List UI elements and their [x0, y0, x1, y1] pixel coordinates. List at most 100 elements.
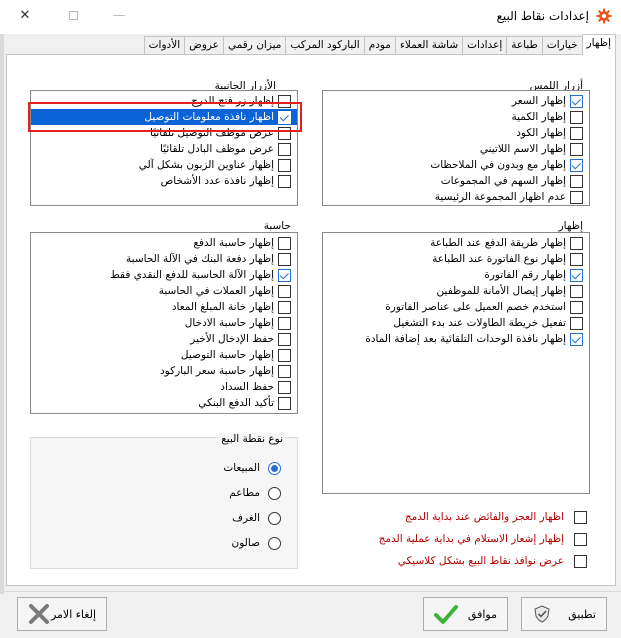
display-option[interactable]: إظهار نافذة الوحدات التلقائية بعد إضافة … [323, 331, 589, 347]
calculator-options-list: إظهار حاسبة الدفع إظهار دفعة البنك في الآ… [30, 232, 298, 414]
checkbox[interactable] [570, 300, 583, 314]
calculator-option[interactable]: حفظ السداد [31, 379, 297, 395]
checkbox[interactable] [278, 316, 291, 330]
maximize-window-button[interactable] [62, 6, 84, 26]
display-options-list: إظهار طريقة الدفع عند الطباعة إظهار نوع ا… [322, 232, 590, 494]
touch-buttons-option[interactable]: إظهار الاسم اللاتيني [323, 141, 589, 157]
option-label: إظهار الكود [516, 127, 566, 139]
close-window-button[interactable]: ✕ [14, 6, 36, 26]
option-label: تفعيل خريطة الطاولات عند بدء التشغيل [393, 317, 566, 329]
checkbox[interactable] [278, 396, 291, 410]
checkbox[interactable] [278, 300, 291, 314]
option-label: إظهار عناوين الزبون بشكل آلي [138, 159, 274, 171]
radio[interactable] [268, 536, 281, 550]
checkbox[interactable] [278, 348, 291, 362]
calculator-option[interactable]: إظهار العملات في الحاسبة [31, 283, 297, 299]
pos-type-option[interactable]: صالون [232, 535, 281, 551]
footer-option[interactable]: عرض نوافذ نقاط البيع بشكل كلاسيكي [398, 553, 587, 569]
radio[interactable] [268, 511, 281, 525]
checkbox-checked[interactable] [278, 268, 291, 282]
display-option[interactable]: إظهار رقم الفاتورة [323, 267, 589, 283]
footer-option[interactable]: إظهار إشعار الاستلام في بداية عملية الدم… [379, 531, 587, 547]
checkbox[interactable] [278, 332, 291, 346]
calculator-option[interactable]: تأكيد الدفع البنكي [31, 395, 297, 411]
checkbox[interactable] [570, 316, 583, 330]
checkbox[interactable] [570, 110, 583, 124]
tab-8[interactable]: عروض [184, 36, 224, 54]
ok-button[interactable]: موافق [423, 597, 508, 631]
display-option[interactable]: إظهار طريقة الدفع عند الطباعة [323, 235, 589, 251]
checkbox[interactable] [570, 174, 583, 188]
tab-9[interactable]: الأدوات [143, 36, 186, 54]
checkbox[interactable] [570, 252, 583, 266]
apply-button[interactable]: تطبيق [521, 597, 607, 631]
footer-option[interactable]: اظهار العجز والفائض عند بداية الدمج [405, 509, 587, 525]
touch-buttons-option[interactable]: إظهار السهم في المجموعات [323, 173, 589, 189]
option-label: إظهار حاسبة الدفع [193, 237, 274, 249]
checkbox[interactable] [570, 284, 583, 298]
checkbox[interactable] [278, 252, 291, 266]
footer-option-label: إظهار إشعار الاستلام في بداية عملية الدم… [378, 533, 564, 545]
calculator-option[interactable]: إظهار حاسبة الدفع [31, 235, 297, 251]
checkbox-checked[interactable] [570, 158, 583, 172]
calculator-option[interactable]: إظهار حاسبة الادخال [31, 315, 297, 331]
calculator-group-label: حاسبة [263, 220, 291, 232]
checkbox[interactable] [570, 236, 583, 250]
checkbox-checked[interactable] [570, 332, 583, 346]
touch-buttons-option[interactable]: عدم اظهار المجموعة الرئيسية [323, 189, 589, 205]
tab-0[interactable]: إظهار [581, 34, 616, 55]
option-label: إظهار مع وبدون في الملاحظات [430, 159, 566, 171]
display-option[interactable]: إظهار نوع الفاتورة عند الطباعة [323, 251, 589, 267]
calculator-option[interactable]: إظهار دفعة البنك في الآلة الحاسبة [31, 251, 297, 267]
minimize-window-button[interactable]: — [108, 6, 130, 26]
checkbox[interactable] [278, 364, 291, 378]
checkbox[interactable] [278, 380, 291, 394]
checkbox[interactable] [278, 158, 291, 172]
touch-buttons-option[interactable]: إظهار مع وبدون في الملاحظات [323, 157, 589, 173]
pos-type-option[interactable]: مطاعم [229, 485, 281, 501]
tab-6[interactable]: الباركود المركب [285, 36, 365, 54]
check-icon [279, 269, 289, 279]
checkbox[interactable] [278, 142, 291, 156]
checkbox[interactable] [278, 236, 291, 250]
side-buttons-option[interactable]: إظهار عناوين الزبون بشكل آلي [31, 157, 297, 173]
tab-5[interactable]: مودم [363, 36, 396, 54]
tab-3[interactable]: إعدادات [462, 36, 508, 54]
checkbox[interactable] [574, 532, 587, 546]
pos-type-option[interactable]: الغرف [232, 510, 281, 526]
checkbox[interactable] [570, 190, 583, 204]
checkbox-checked[interactable] [570, 268, 583, 282]
side-buttons-option[interactable]: إظهار نافذة عدد الأشخاص [31, 173, 297, 189]
checkbox-checked[interactable] [570, 94, 583, 108]
checkbox[interactable] [574, 510, 587, 524]
touch-buttons-option[interactable]: إظهار الكمية [323, 109, 589, 125]
checkbox[interactable] [574, 554, 587, 568]
footer-divider [0, 591, 621, 592]
touch-buttons-option[interactable]: إظهار الكود [323, 125, 589, 141]
cancel-button[interactable]: إلغاء الامر [17, 597, 107, 631]
pos-type-group: نوع نقطة البيع المبيعات مطاعم الغرف صالون [30, 433, 298, 569]
radio-selected[interactable] [268, 461, 281, 475]
close-icon: ✕ [19, 8, 31, 23]
radio[interactable] [268, 486, 281, 500]
pos-type-option[interactable]: المبيعات [223, 460, 281, 476]
calculator-option[interactable]: حفظ الإدخال الأخير [31, 331, 297, 347]
tab-4[interactable]: شاشة العملاء [394, 36, 464, 54]
checkbox[interactable] [278, 174, 291, 188]
checkbox[interactable] [570, 142, 583, 156]
tab-1[interactable]: خيارات [541, 36, 583, 54]
calculator-option[interactable]: إظهار حاسبة التوصيل [31, 347, 297, 363]
tab-7[interactable]: ميزان رقمي [222, 36, 287, 54]
checkbox[interactable] [570, 126, 583, 140]
checkbox[interactable] [278, 284, 291, 298]
calculator-option[interactable]: إظهار الآلة الحاسبة للدفع النقدي فقط [31, 267, 297, 283]
tab-2[interactable]: طباعة [506, 36, 543, 54]
calculator-option[interactable]: إظهار حاسبة سعر الباركود [31, 363, 297, 379]
display-option[interactable]: إظهار إيصال الأمانة للموظفين [323, 283, 589, 299]
calculator-option[interactable]: إظهار خانة المبلغ المعاد [31, 299, 297, 315]
touch-buttons-option[interactable]: إظهار السعر [323, 93, 589, 109]
display-option[interactable]: تفعيل خريطة الطاولات عند بدء التشغيل [323, 315, 589, 331]
side-buttons-option[interactable]: عرض موظف البادل تلقائيًا [31, 141, 297, 157]
display-option[interactable]: استخدم خصم العميل على عناصر الفاتورة [323, 299, 589, 315]
maximize-icon [68, 11, 78, 20]
